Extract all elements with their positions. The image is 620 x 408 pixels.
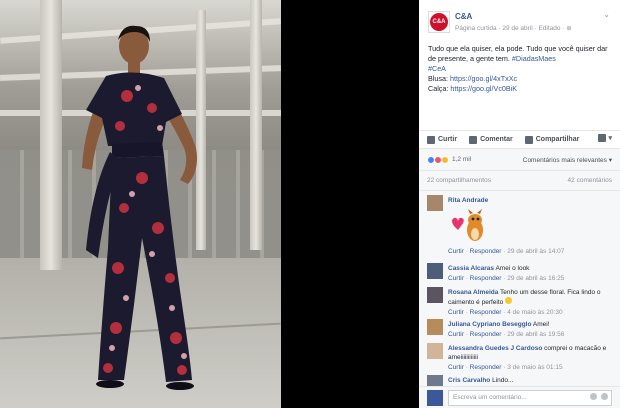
avatar[interactable]: [427, 263, 443, 279]
post-meta-text: Página curtida · 29 de abril · Editado ·: [455, 25, 565, 32]
brand-logo: C&A: [430, 13, 448, 31]
comment-text: Amei!: [532, 321, 550, 328]
emoji-icon: [505, 297, 513, 304]
composer-icons: [590, 393, 608, 400]
avatar[interactable]: [427, 319, 443, 335]
comment-like-link[interactable]: Curtir: [448, 309, 464, 316]
comment-author[interactable]: Cassia Alcaras: [448, 265, 494, 272]
comment-author[interactable]: Cris Carvalho: [448, 377, 490, 384]
calca-link[interactable]: https://goo.gl/Vc0BiK: [450, 84, 517, 93]
comment-button[interactable]: Comentar: [469, 135, 513, 144]
comment-item: Alessandra Guedes J Cardoso comprei o ma…: [427, 343, 617, 375]
post-text: Tudo que ela quiser, ela pode. Tudo que …: [428, 44, 614, 94]
share-button[interactable]: Compartilhar: [524, 135, 580, 144]
avatar[interactable]: [427, 287, 443, 303]
comment-author[interactable]: Juliana Cypriano Besegglo: [448, 321, 531, 328]
pillar: [250, 0, 262, 250]
like-label: Curtir: [438, 136, 458, 143]
comment-item: Cassia Alcaras Amei o look Curtir · Resp…: [427, 263, 617, 287]
comment-item: Rita Andrade Curtir · Responder · 29 de …: [427, 195, 617, 257]
post-photo[interactable]: [0, 0, 281, 408]
comment-reply-link[interactable]: Responder: [470, 331, 502, 338]
share-label: Compartilhar: [535, 136, 580, 143]
comment-footer: Curtir · Responder · 4 de maio às 20:30: [448, 309, 563, 316]
pillar: [40, 0, 62, 270]
comment-sort-dropdown[interactable]: Comentários mais relevantes ▾: [523, 156, 612, 164]
thumbs-up-icon: [427, 135, 435, 144]
chevron-down-icon[interactable]: ⌄: [603, 10, 610, 19]
comment-text: Lindo...: [492, 377, 514, 384]
engagement-counts: 22 compartilhamentos 42 comentários: [419, 170, 620, 190]
avatar[interactable]: [427, 343, 443, 359]
comment-icon: [469, 135, 478, 144]
comment-time[interactable]: 29 de abril às 14:07: [507, 248, 564, 255]
comment-author[interactable]: Rosana Almeida: [448, 289, 498, 296]
comment-time[interactable]: 3 de maio às 01:15: [507, 364, 562, 371]
blusa-link[interactable]: https://goo.gl/4xTxXc: [450, 74, 517, 83]
post-actions: Curtir Comentar Compartilhar ▾: [419, 130, 620, 148]
comment-like-link[interactable]: Curtir: [448, 275, 464, 282]
comment-input[interactable]: Escreva um comentário...: [448, 390, 612, 406]
camera-icon[interactable]: [590, 393, 597, 400]
share-icon: [524, 135, 533, 144]
comment-time[interactable]: 4 de maio às 20:30: [507, 309, 562, 316]
comment-item: Rosana Almeida Tenho um desse floral. Fi…: [427, 287, 617, 319]
comment-text: Amei o look: [495, 265, 530, 272]
comment-like-link[interactable]: Curtir: [448, 364, 464, 371]
comment-count[interactable]: 42 comentários: [568, 177, 612, 184]
share-count[interactable]: 22 compartilhamentos: [427, 177, 491, 184]
comment-like-link[interactable]: Curtir: [448, 331, 464, 338]
comment-footer: Curtir · Responder · 3 de maio às 01:15: [448, 364, 563, 371]
hashtag-link[interactable]: #CeA: [428, 64, 446, 73]
page-name[interactable]: C&A: [455, 12, 472, 21]
avatar: [427, 390, 443, 406]
comment-footer: Curtir · Responder · 29 de abril às 16:2…: [448, 275, 565, 282]
comment-list: Rita Andrade Curtir · Responder · 29 de …: [419, 190, 620, 386]
globe-icon: ⊕: [566, 25, 572, 32]
reaction-count[interactable]: 1,2 mil: [452, 156, 471, 163]
comment-author[interactable]: Rita Andrade: [448, 197, 488, 204]
calca-label: Calça:: [428, 84, 449, 93]
comment-reply-link[interactable]: Responder: [470, 364, 502, 371]
post-panel: C&A C&A Página curtida · 29 de abril · E…: [419, 0, 620, 408]
comment-footer: Curtir · Responder · 29 de abril às 19:5…: [448, 331, 565, 338]
comment-item: Cris Carvalho Lindo...: [427, 375, 617, 386]
comment-author[interactable]: Alessandra Guedes J Cardoso: [448, 345, 542, 352]
emoji-icon[interactable]: [601, 393, 608, 400]
model-figure: [82, 25, 197, 390]
comment-footer: Curtir · Responder · 29 de abril às 14:0…: [448, 248, 565, 255]
reactions-bar: 1,2 mil Comentários mais relevantes ▾: [419, 148, 620, 170]
post-header: C&A C&A Página curtida · 29 de abril · E…: [419, 0, 620, 40]
hashtag-link[interactable]: #DiadasMaes: [512, 54, 556, 63]
comment-reply-link[interactable]: Responder: [470, 248, 502, 255]
wow-reaction-icon[interactable]: [441, 155, 449, 164]
page-icon: [598, 134, 607, 142]
sticker-image: [448, 208, 488, 246]
audience-selector[interactable]: ▾: [598, 134, 612, 142]
page-avatar[interactable]: C&A: [428, 11, 450, 33]
comment-item: Juliana Cypriano Besegglo Amei! Curtir ·…: [427, 319, 617, 343]
post-meta: Página curtida · 29 de abril · Editado ·…: [455, 24, 572, 32]
avatar[interactable]: [427, 195, 443, 211]
comment-reply-link[interactable]: Responder: [470, 275, 502, 282]
like-button[interactable]: Curtir: [427, 135, 458, 144]
chevron-down-icon: ▾: [608, 135, 612, 142]
comment-time[interactable]: 29 de abril às 16:25: [507, 275, 564, 282]
blusa-label: Blusa:: [428, 74, 448, 83]
avatar[interactable]: [427, 375, 443, 386]
comment-time[interactable]: 29 de abril às 19:56: [507, 331, 564, 338]
comment-composer: Escreva um comentário...: [419, 386, 620, 408]
comment-like-link[interactable]: Curtir: [448, 248, 464, 255]
comment-reply-link[interactable]: Responder: [470, 309, 502, 316]
comment-label: Comentar: [480, 136, 513, 143]
